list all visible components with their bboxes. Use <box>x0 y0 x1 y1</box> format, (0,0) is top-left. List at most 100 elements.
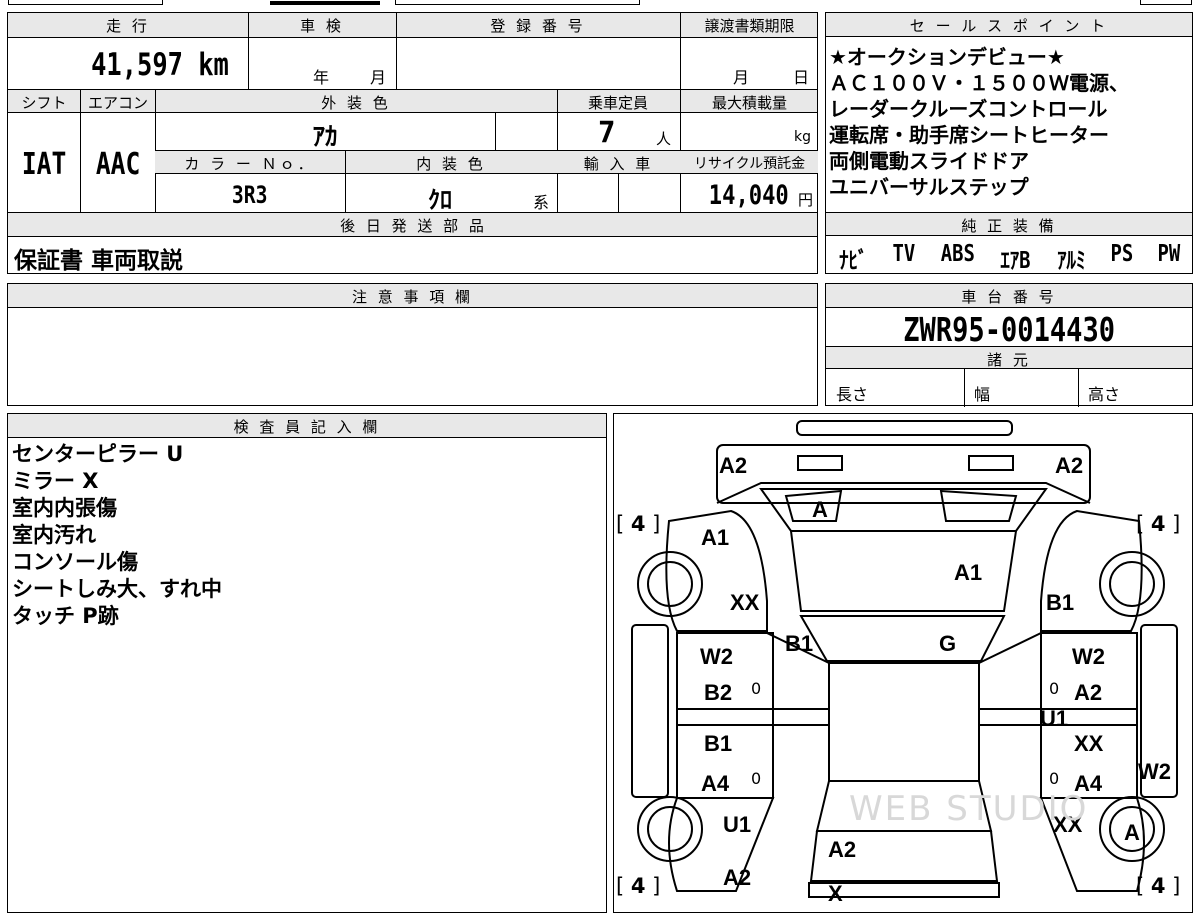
odometer-label: 走 行 <box>106 17 150 35</box>
damage-left-pillar: B1 <box>785 631 814 656</box>
spec-length-label: 長さ <box>836 385 869 404</box>
color-no-label: カ ラ ー Ｎｏ． <box>184 155 316 173</box>
chassis-number: ZWR95-0014430 <box>903 310 1115 349</box>
color-no-value: 3R3 <box>232 181 268 209</box>
inspector-line: コンソール傷 <box>12 550 138 574</box>
equipment-pw: PW <box>1157 241 1180 267</box>
tyre-rear-left: [ 4 ] <box>616 874 661 898</box>
sales-points-list: ★オークションデビュー★ ＡＣ１００Ｖ・１５００Ｗ電源、 レーダークルーズコント… <box>829 44 1129 200</box>
import-label: 輸 入 車 <box>583 155 654 173</box>
capacity-label: 乗車定員 <box>587 94 648 112</box>
inspector-line: タッチ P跡 <box>12 604 119 628</box>
damage-right-door2-upper: XX <box>1074 731 1104 756</box>
zero-marker: 0 <box>751 769 762 788</box>
chassis-label: 車 台 番 号 <box>961 288 1057 306</box>
inspector-line: シートしみ大、すれ中 <box>12 577 222 601</box>
later-parts-label: 後 日 発 送 部 品 <box>340 217 487 235</box>
sales-points-label: セ ー ル ス ポ イ ン ト <box>909 17 1109 35</box>
equipment-navi: ﾅﾋﾞ <box>838 248 868 274</box>
registration-label: 登 録 番 号 <box>490 17 586 35</box>
exterior-color-value: ｱｶ <box>312 122 338 151</box>
notes-label: 注 意 事 項 欄 <box>351 288 474 306</box>
damage-rear-left: A2 <box>723 865 752 890</box>
spec-height-label: 高さ <box>1088 385 1121 404</box>
interior-color-suffix: 系 <box>533 193 550 212</box>
damage-front-right: A2 <box>1055 453 1084 478</box>
genuine-equipment-label: 純 正 装 備 <box>961 217 1057 235</box>
damage-right-door1-upper: W2 <box>1072 644 1105 669</box>
capacity-unit: 人 <box>656 130 672 148</box>
transfer-deadline-label: 譲渡書類期限 <box>704 17 795 35</box>
equipment-alloy: ｱﾙﾐ <box>1056 248 1086 274</box>
damage-right-step: W2 <box>1138 759 1171 784</box>
inspector-line: ミラー X <box>12 469 99 493</box>
equipment-abs: ABS <box>940 241 975 267</box>
recycle-label: リサイクル預託金 <box>693 156 806 172</box>
capacity-value: 7 <box>598 115 616 149</box>
inspector-line: 室内内張傷 <box>12 496 117 520</box>
damage-left-door2-lower: A4 <box>701 771 730 796</box>
interior-color-value: ｸﾛ <box>428 186 452 214</box>
sales-points-box: セ ー ル ス ポ イ ン ト ★オークションデビュー★ ＡＣ１００Ｖ・１５００… <box>825 12 1193 274</box>
zero-marker: 0 <box>1049 679 1060 698</box>
recycle-unit: 円 <box>798 191 814 209</box>
sales-point-line: ユニバーサルステップ <box>829 175 1029 199</box>
zero-marker: 0 <box>1049 769 1060 788</box>
damage-left-fender: XX <box>730 590 760 615</box>
transfer-day-unit: 日 <box>793 68 810 87</box>
sales-point-line: ★オークションデビュー★ <box>829 45 1065 69</box>
damage-diagram: [ 4 ] [ 4 ] [ 4 ] [ 4 ] A2 A2 A A1 A1 XX… <box>613 413 1193 913</box>
damage-roof-front: G <box>939 631 957 656</box>
damage-front-left: A2 <box>719 453 748 478</box>
tyre-front-right: [ 4 ] <box>1136 512 1181 536</box>
damage-rear-center: A2 <box>828 837 857 862</box>
aircon-value: AAC <box>95 147 141 182</box>
damage-right-pillar: U1 <box>1040 706 1069 731</box>
odometer-value: 41,597 km <box>91 47 229 83</box>
specs-label: 諸 元 <box>987 351 1031 369</box>
genuine-equipment-list: ﾅﾋﾞ TV ABS ｴｱB ｱﾙﾐ PS PW <box>826 241 1192 275</box>
aircon-label: エアコン <box>87 94 148 112</box>
sales-point-line: レーダークルーズコントロール <box>829 97 1108 121</box>
top-strip <box>0 0 1200 7</box>
inspector-label: 検 査 員 記 入 欄 <box>233 418 381 436</box>
tyre-front-left: [ 4 ] <box>616 512 661 536</box>
chassis-box: 車 台 番 号 ZWR95-0014430 諸 元 長さ 幅 高さ <box>825 283 1193 407</box>
inspector-line: 室内汚れ <box>12 523 96 547</box>
shift-value: IAT <box>21 147 67 182</box>
inspector-notes: センターピラー U ミラー X 室内内張傷 室内汚れ コンソール傷 シートしみ大… <box>12 441 222 630</box>
damage-left-door1-lower: B2 <box>704 680 733 705</box>
damage-rear-bottom: X <box>828 881 843 906</box>
damage-left-door1-upper: W2 <box>700 644 733 669</box>
damage-hood-center: A1 <box>954 560 983 585</box>
notes-box: 注 意 事 項 欄 <box>7 283 818 406</box>
sales-point-line: ＡＣ１００Ｖ・１５００Ｗ電源、 <box>829 71 1129 95</box>
zero-marker: 0 <box>751 679 762 698</box>
damage-windshield-top: A <box>812 497 828 522</box>
sales-point-line: 両側電動スライドドア <box>829 149 1029 173</box>
shaken-label: 車 検 <box>300 17 344 35</box>
max-load-label: 最大積載量 <box>711 94 787 112</box>
equipment-airbag: ｴｱB <box>1000 248 1031 274</box>
spec-width-label: 幅 <box>974 385 991 404</box>
max-load-unit: kg <box>794 129 811 145</box>
tyre-rear-right: [ 4 ] <box>1136 874 1181 898</box>
shaken-year-unit: 年 <box>313 68 330 87</box>
transfer-month-unit: 月 <box>733 68 750 87</box>
damage-right-rear-wheel: A <box>1124 820 1140 845</box>
inspector-box: 検 査 員 記 入 欄 センターピラー U ミラー X 室内内張傷 室内汚れ コ… <box>7 413 607 913</box>
shaken-month-unit: 月 <box>370 68 387 87</box>
sales-point-line: 運転席・助手席シートヒーター <box>829 123 1109 147</box>
shift-label: シフト <box>21 94 67 112</box>
interior-color-label: 内 装 色 <box>416 155 486 173</box>
later-parts-value: 保証書 車両取説 <box>14 248 184 274</box>
recycle-value: 14,040 <box>709 180 790 211</box>
damage-right-fender: B1 <box>1046 590 1075 615</box>
equipment-ps: PS <box>1109 241 1133 267</box>
exterior-color-label: 外 装 色 <box>321 94 391 112</box>
vehicle-info-table: 走 行 車 検 登 録 番 号 譲渡書類期限 41,597 km 年 月 月 日… <box>7 12 818 274</box>
damage-hood-left: A1 <box>701 525 730 550</box>
damage-left-rear-fender: U1 <box>723 812 752 837</box>
inspector-line: センターピラー U <box>12 442 184 466</box>
equipment-tv: TV <box>892 241 915 267</box>
